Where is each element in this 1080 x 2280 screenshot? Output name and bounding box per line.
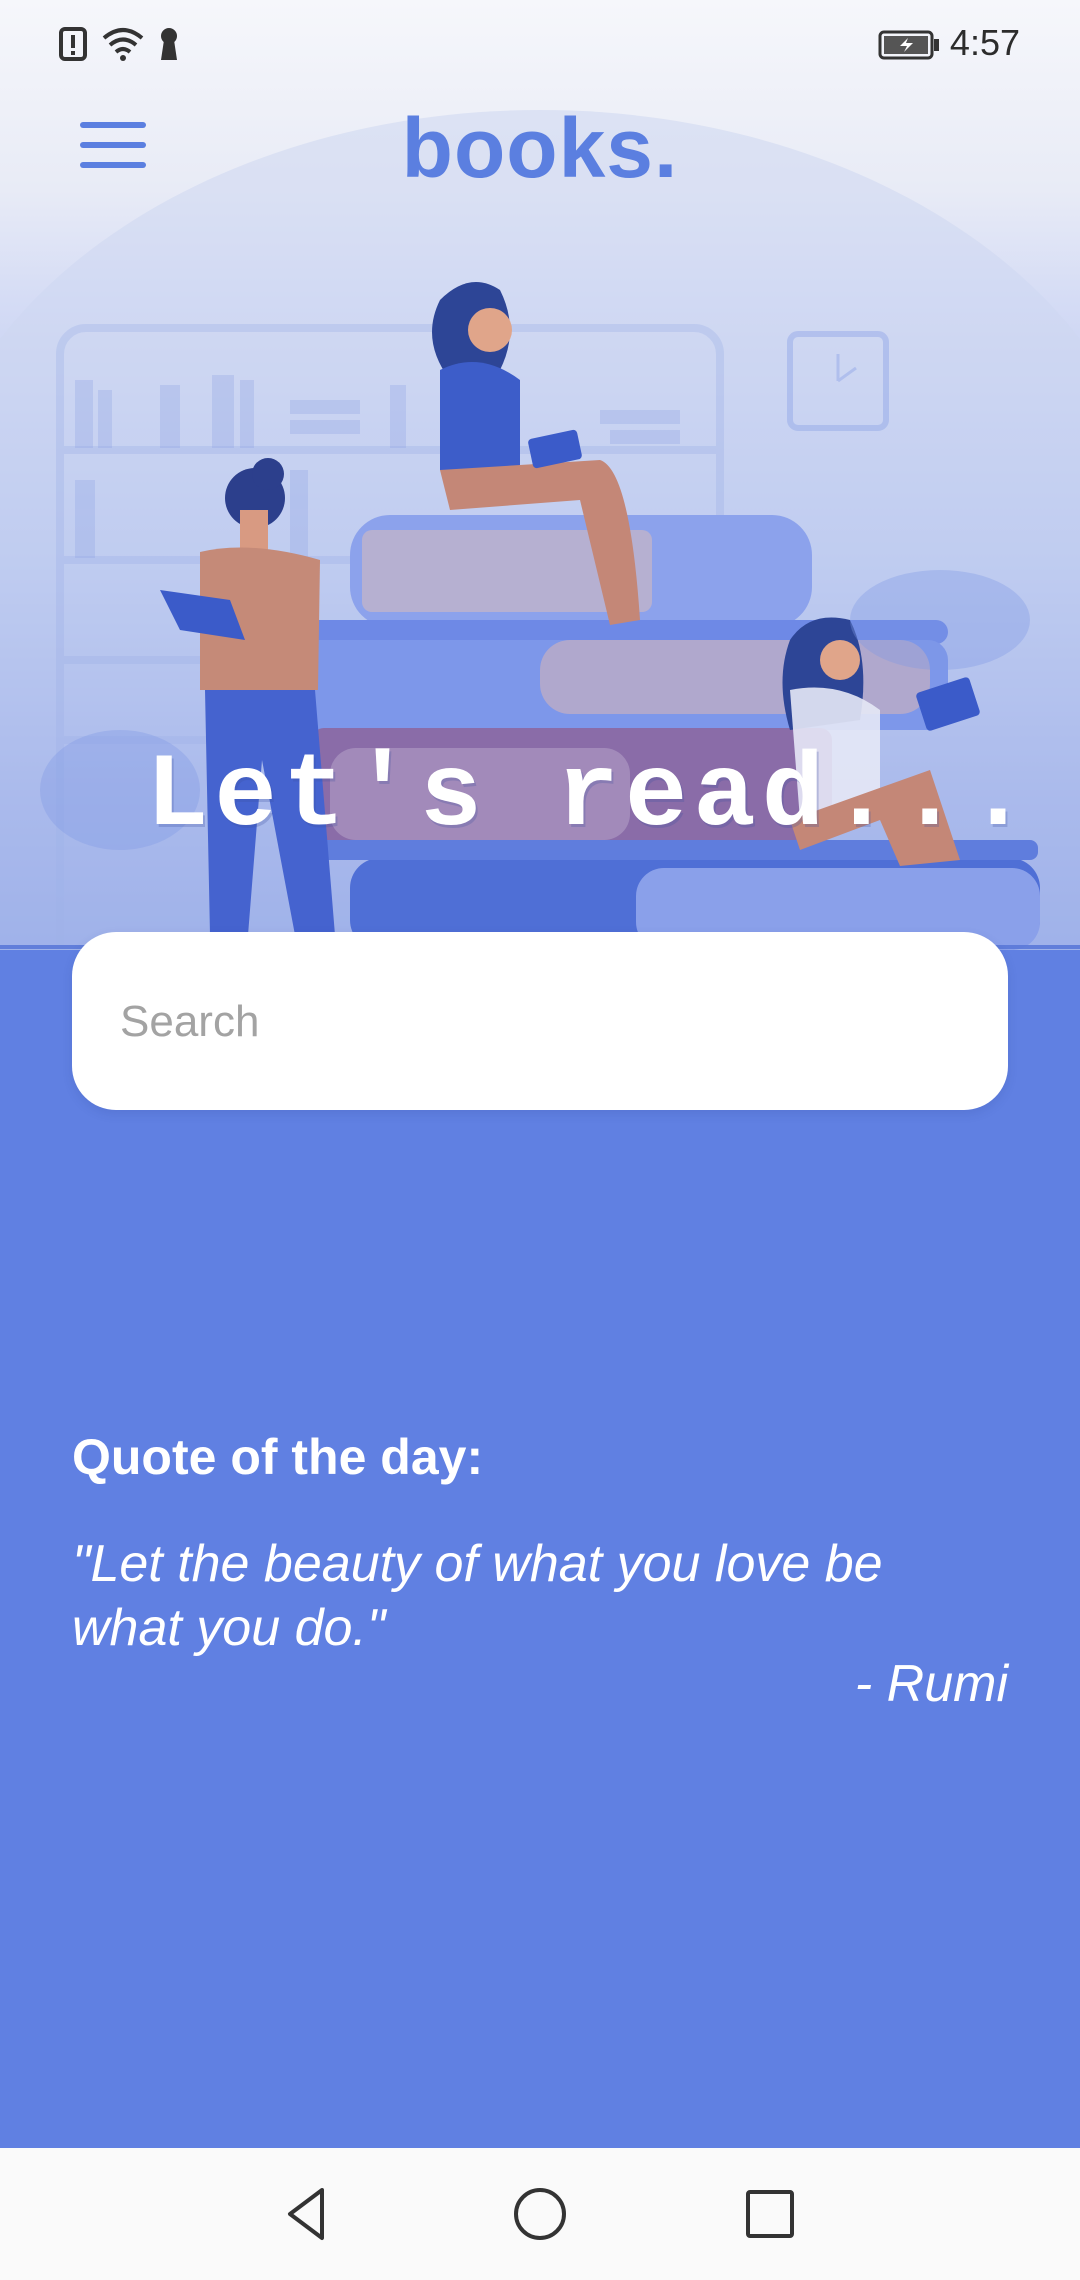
app-brand-title: books.: [401, 101, 679, 195]
status-bar: 4:57: [0, 0, 1080, 90]
system-nav-bar: [0, 2148, 1080, 2280]
quote-author: - Rumi: [854, 1655, 1008, 1713]
recents-icon[interactable]: [740, 2184, 800, 2244]
quote-title: Quote of the day:: [72, 1429, 484, 1485]
home-icon[interactable]: [510, 2184, 570, 2244]
search-box[interactable]: [72, 932, 1008, 1112]
wifi-icon: [102, 28, 144, 61]
quote-text: "Let the beauty of what you love be what…: [72, 1535, 883, 1657]
status-time: 4:57: [949, 22, 1020, 63]
keyhole-icon: [161, 28, 177, 60]
battery-charging-icon: [878, 30, 939, 60]
alert-icon: [59, 27, 87, 61]
search-input[interactable]: [118, 932, 962, 1112]
back-icon[interactable]: [278, 2184, 338, 2244]
hero-headline: Let's read...: [146, 738, 1036, 856]
